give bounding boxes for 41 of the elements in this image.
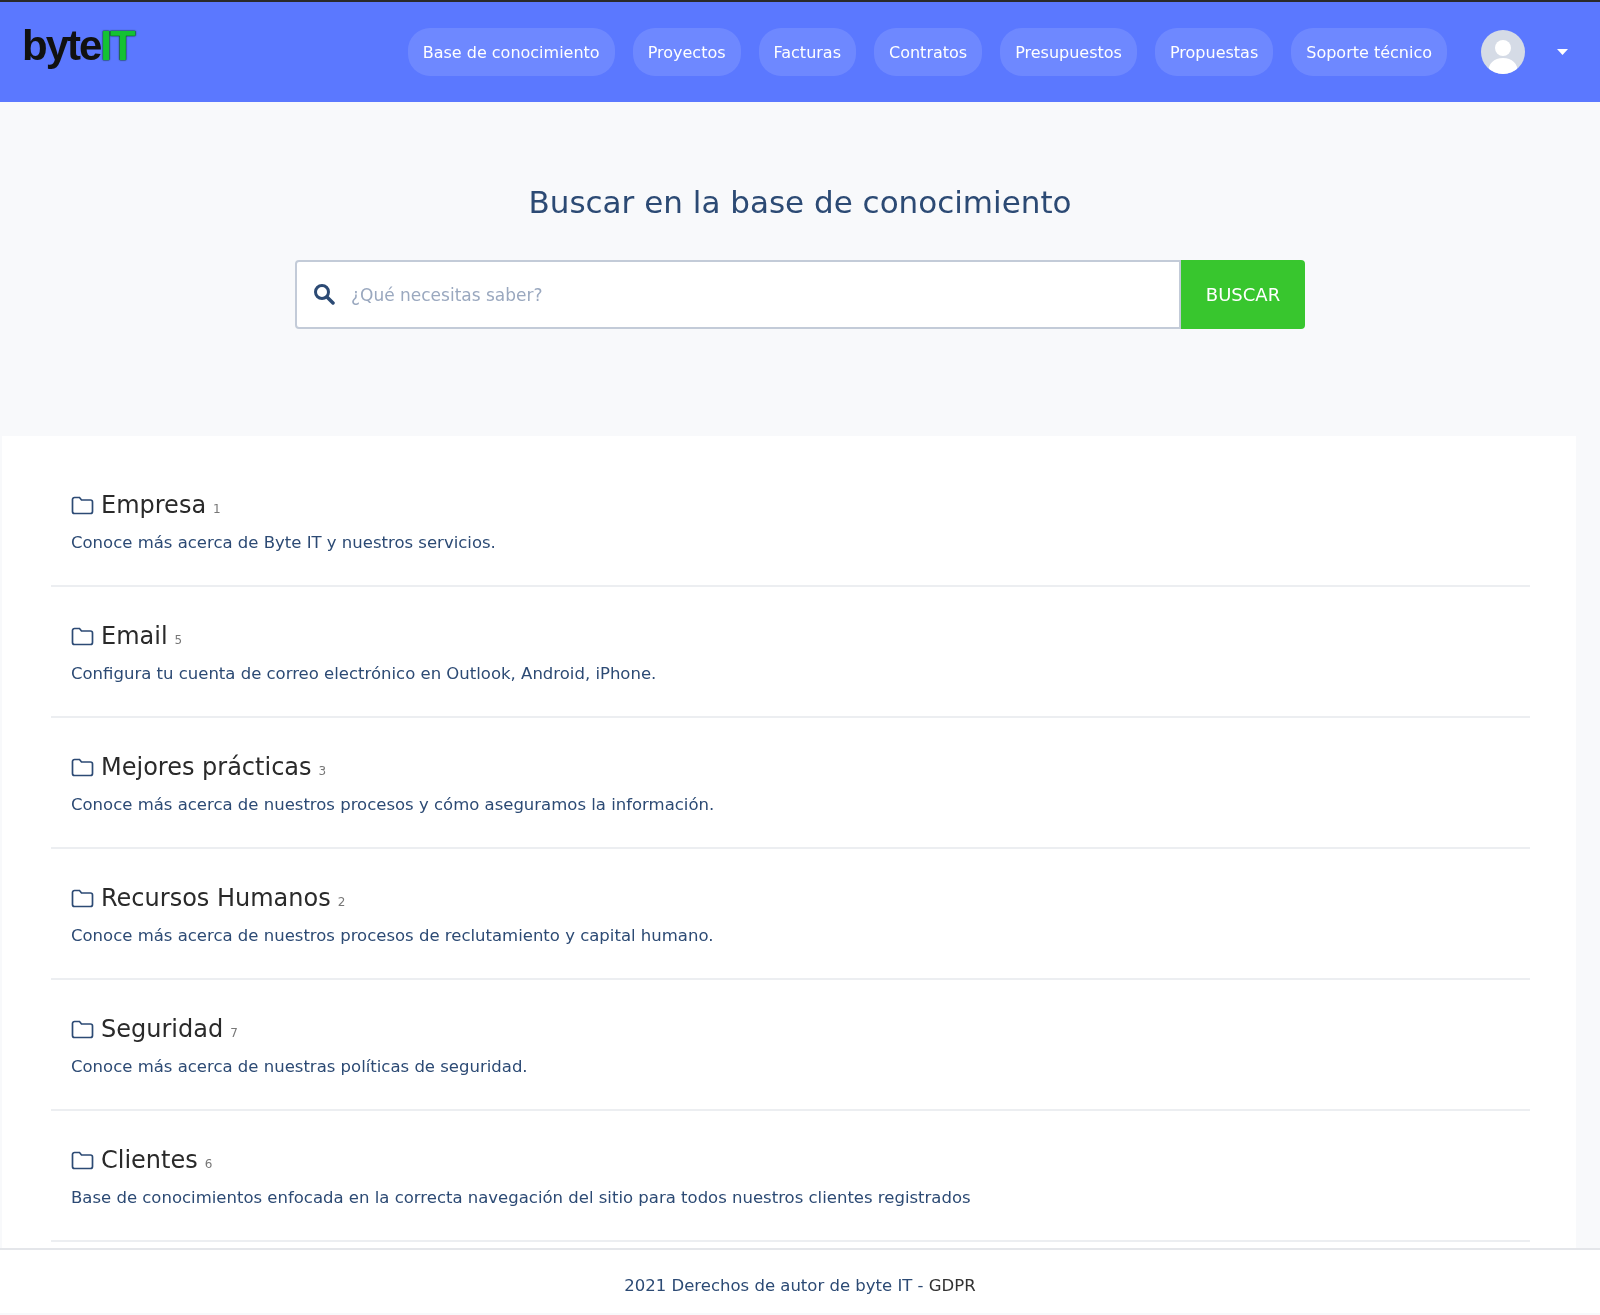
page-title: Buscar en la base de conocimiento (528, 184, 1072, 220)
category-description: Base de conocimientos enfocada en la correcta navegación del sitio para todos nuestros clientes registrados (71, 1188, 972, 1207)
nav-link[interactable]: Base de conocimiento (407, 28, 615, 76)
article-count: 5 (174, 633, 183, 647)
logo-accent: IT (100, 22, 134, 70)
copyright-text: 2021 Derechos de autor de byte IT - (624, 1276, 925, 1297)
category-title[interactable]: Recursos Humanos (101, 884, 331, 912)
nav-link[interactable]: Presupuestos (1000, 28, 1137, 76)
nav-link[interactable]: Facturas (758, 28, 856, 76)
search-field[interactable]: ¿Qué necesitas saber? (295, 260, 1181, 329)
article-count: 2 (337, 895, 346, 909)
article-count: 7 (230, 1026, 238, 1040)
category-description: Conoce más acerca de nuestros procesos y cómo aseguramos la información. (71, 795, 716, 814)
search-button[interactable]: BUSCAR (1181, 260, 1305, 329)
avatar-icon[interactable] (1481, 30, 1525, 74)
category-title[interactable]: Mejores prácticas (101, 753, 312, 781)
category-description: Conoce más acerca de nuestros procesos de reclutamiento y capital humano. (71, 926, 715, 945)
folder-icon (71, 757, 94, 777)
folder-icon (71, 1019, 94, 1039)
nav-link[interactable]: Contratos (874, 28, 983, 76)
gdpr-link[interactable]: GDPR (928, 1276, 976, 1313)
article-count: 3 (318, 764, 327, 778)
category-title[interactable]: Empresa (101, 491, 207, 519)
article-count: 1 (213, 502, 221, 516)
nav-link[interactable]: Proyectos (632, 28, 741, 76)
category-description: Conoce más acerca de nuestras políticas de seguridad. (71, 1057, 529, 1076)
logo-wordmark: byte (22, 22, 101, 70)
category-description: Conoce más acerca de Byte IT y nuestros servicios. (71, 533, 497, 552)
article-count: 6 (204, 1157, 213, 1171)
folder-icon (71, 495, 94, 515)
search-icon (313, 283, 335, 305)
category-description: Configura tu cuenta de correo electrónico en Outlook, Android, iPhone. (71, 664, 658, 683)
folder-icon (71, 626, 94, 646)
category-title[interactable]: Clientes (101, 1146, 198, 1174)
category-title[interactable]: Email (101, 622, 168, 650)
folder-icon (71, 888, 94, 908)
folder-icon (71, 1150, 94, 1170)
nav-link[interactable]: Soporte técnico (1291, 28, 1447, 76)
caret-icon[interactable] (1557, 49, 1568, 55)
nav-link[interactable]: Propuestas (1154, 28, 1274, 76)
category-title[interactable]: Seguridad (101, 1015, 224, 1043)
